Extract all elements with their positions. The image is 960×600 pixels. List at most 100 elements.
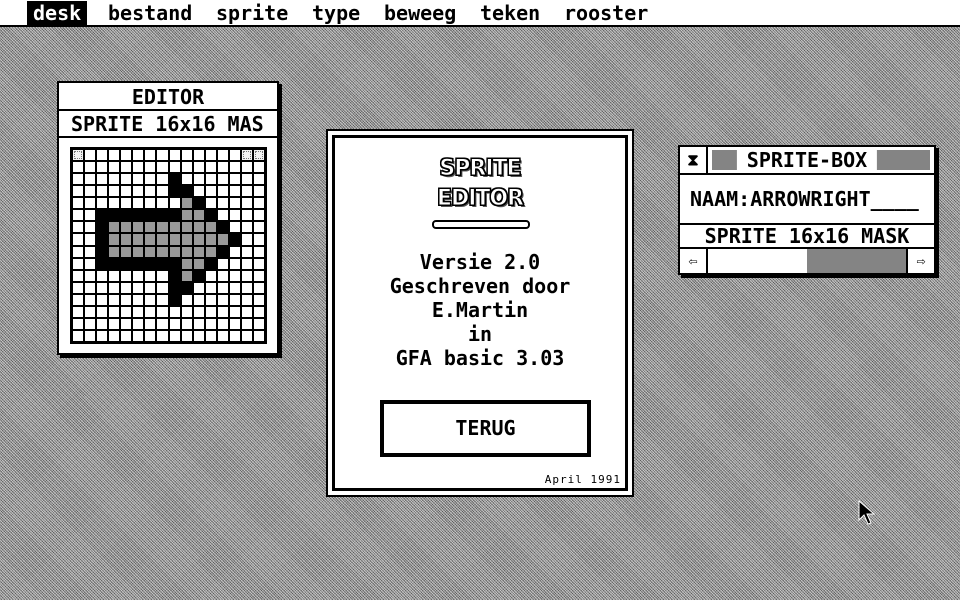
sprite-grid[interactable] [70,147,267,344]
grid-cell-pixel-empty[interactable] [253,210,264,221]
grid-cell-pixel-empty[interactable] [241,186,252,197]
grid-cell-pixel-empty[interactable] [97,330,108,341]
grid-cell-pixel-set[interactable] [169,294,180,305]
grid-cell-pixel-empty[interactable] [157,318,168,329]
grid-cell-pixel-empty[interactable] [241,294,252,305]
grid-cell-mask-pixel[interactable] [157,234,168,245]
grid-cell-pixel-empty[interactable] [169,318,180,329]
grid-cell-pixel-empty[interactable] [133,330,144,341]
grid-cell-pixel-empty[interactable] [217,318,228,329]
grid-cell-pixel-empty[interactable] [145,174,156,185]
grid-cell-pixel-empty[interactable] [109,282,120,293]
grid-cell-pixel-empty[interactable] [85,150,96,161]
grid-cell-pixel-empty[interactable] [229,198,240,209]
grid-cell-pixel-empty[interactable] [97,174,108,185]
grid-cell-pixel-empty[interactable] [241,162,252,173]
grid-cell-pixel-empty[interactable] [133,150,144,161]
grid-cell-pixel-empty[interactable] [193,186,204,197]
grid-cell-pixel-set[interactable] [205,210,216,221]
grid-cell-pixel-empty[interactable] [85,246,96,257]
grid-cell-pixel-empty[interactable] [205,330,216,341]
grid-cell-pixel-set[interactable] [121,210,132,221]
grid-cell-pixel-empty[interactable] [229,258,240,269]
grid-cell-pixel-set[interactable] [109,210,120,221]
grid-cell-pixel-empty[interactable] [121,294,132,305]
grid-cell-pixel-set[interactable] [169,210,180,221]
close-box-icon[interactable]: ⧗ [680,147,708,173]
grid-cell-mask-pixel[interactable] [121,246,132,257]
grid-cell-pixel-set[interactable] [97,222,108,233]
grid-cell-pixel-empty[interactable] [133,162,144,173]
grid-cell-pixel-empty[interactable] [97,270,108,281]
grid-cell-pixel-empty[interactable] [229,162,240,173]
arrow-left-icon[interactable]: ⇦ [680,249,706,273]
grid-cell-pixel-empty[interactable] [85,330,96,341]
grid-cell-pixel-empty[interactable] [73,198,84,209]
grid-cell-pixel-empty[interactable] [73,258,84,269]
grid-cell-pixel-empty[interactable] [241,330,252,341]
grid-cell-pixel-empty[interactable] [193,174,204,185]
grid-cell-pixel-empty[interactable] [241,270,252,281]
grid-cell-pixel-empty[interactable] [193,162,204,173]
grid-cell-pixel-empty[interactable] [229,222,240,233]
grid-cell-pixel-set[interactable] [169,258,180,269]
grid-cell-pixel-empty[interactable] [133,270,144,281]
grid-cell-pixel-empty[interactable] [109,294,120,305]
grid-cell-marker-pixel[interactable] [73,150,84,161]
grid-cell-pixel-empty[interactable] [229,174,240,185]
grid-cell-pixel-empty[interactable] [181,318,192,329]
grid-cell-pixel-empty[interactable] [133,174,144,185]
grid-cell-pixel-empty[interactable] [85,222,96,233]
grid-cell-pixel-set[interactable] [121,258,132,269]
grid-cell-pixel-empty[interactable] [121,318,132,329]
grid-cell-pixel-empty[interactable] [145,330,156,341]
grid-cell-pixel-empty[interactable] [109,186,120,197]
grid-cell-pixel-set[interactable] [169,270,180,281]
grid-cell-pixel-empty[interactable] [145,270,156,281]
grid-cell-pixel-empty[interactable] [85,258,96,269]
grid-cell-pixel-empty[interactable] [145,186,156,197]
grid-cell-pixel-empty[interactable] [193,306,204,317]
grid-cell-pixel-set[interactable] [217,222,228,233]
grid-cell-mask-pixel[interactable] [193,210,204,221]
menu-sprite[interactable]: sprite [210,1,294,25]
grid-cell-pixel-empty[interactable] [253,234,264,245]
grid-cell-pixel-empty[interactable] [121,270,132,281]
grid-cell-pixel-empty[interactable] [157,162,168,173]
grid-cell-mask-pixel[interactable] [169,246,180,257]
grid-cell-pixel-empty[interactable] [121,198,132,209]
grid-cell-pixel-empty[interactable] [145,294,156,305]
grid-cell-pixel-set[interactable] [133,210,144,221]
grid-cell-pixel-empty[interactable] [85,174,96,185]
grid-cell-marker-pixel[interactable] [253,150,264,161]
grid-cell-pixel-empty[interactable] [73,222,84,233]
grid-cell-pixel-set[interactable] [169,186,180,197]
grid-cell-pixel-empty[interactable] [85,198,96,209]
grid-cell-pixel-empty[interactable] [109,198,120,209]
grid-cell-pixel-empty[interactable] [133,186,144,197]
grid-cell-pixel-empty[interactable] [169,306,180,317]
grid-cell-pixel-empty[interactable] [181,306,192,317]
grid-cell-pixel-empty[interactable] [133,294,144,305]
grid-cell-pixel-empty[interactable] [253,318,264,329]
terug-button[interactable]: TERUG [380,400,591,457]
grid-cell-pixel-empty[interactable] [85,162,96,173]
grid-cell-pixel-empty[interactable] [121,150,132,161]
sprite-name-field[interactable]: NAAM:ARROWRIGHT____ [680,175,934,225]
grid-cell-pixel-empty[interactable] [217,174,228,185]
grid-cell-pixel-empty[interactable] [253,222,264,233]
grid-cell-pixel-empty[interactable] [169,330,180,341]
grid-cell-pixel-empty[interactable] [73,318,84,329]
grid-cell-mask-pixel[interactable] [157,222,168,233]
menu-type[interactable]: type [306,1,366,25]
grid-cell-pixel-empty[interactable] [73,234,84,245]
grid-cell-mask-pixel[interactable] [121,222,132,233]
grid-cell-pixel-empty[interactable] [145,162,156,173]
grid-cell-pixel-empty[interactable] [73,162,84,173]
grid-cell-pixel-empty[interactable] [181,330,192,341]
grid-cell-mask-pixel[interactable] [145,234,156,245]
menu-rooster[interactable]: rooster [558,1,654,25]
grid-cell-pixel-empty[interactable] [205,270,216,281]
grid-cell-pixel-empty[interactable] [193,294,204,305]
grid-cell-pixel-empty[interactable] [97,282,108,293]
